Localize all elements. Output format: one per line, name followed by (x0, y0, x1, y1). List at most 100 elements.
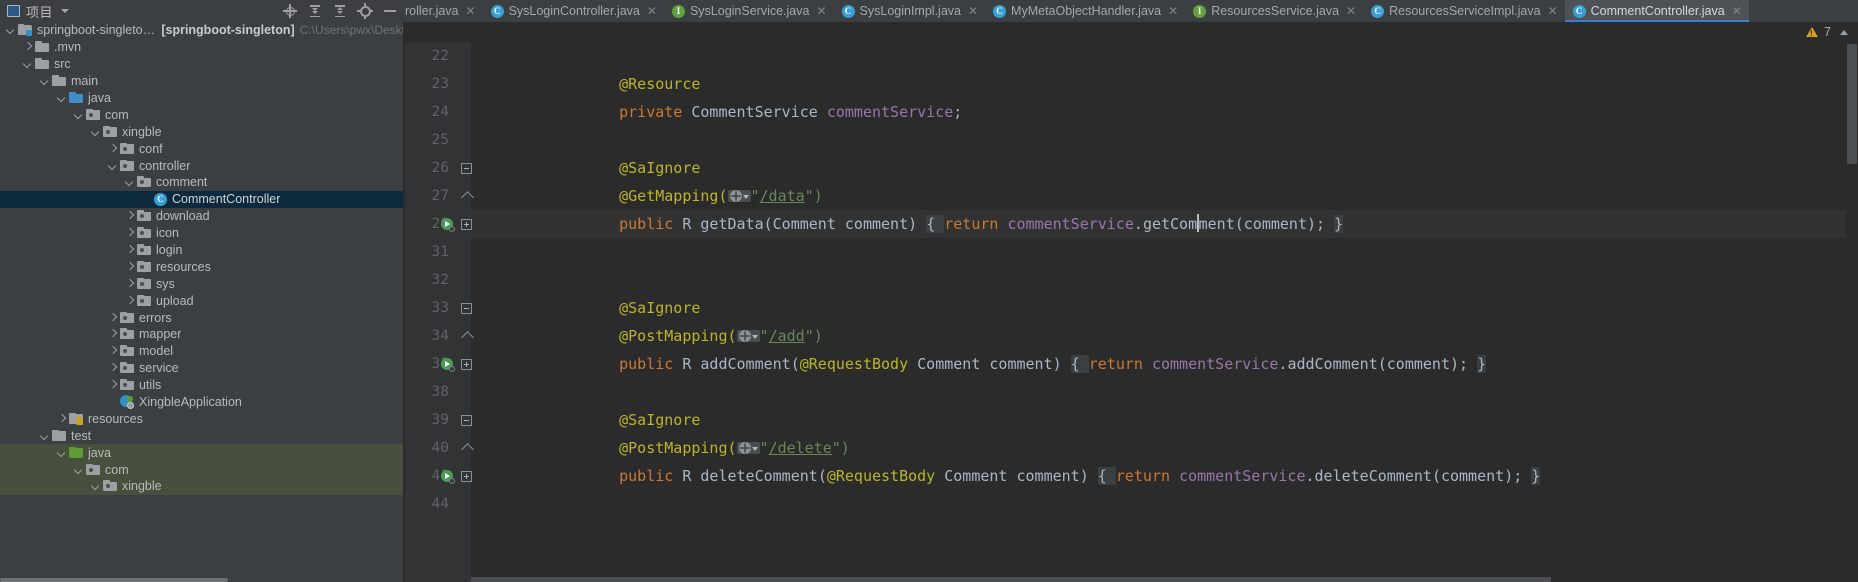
fold-expand-icon[interactable] (461, 358, 472, 370)
chevron-down-icon[interactable] (751, 446, 758, 451)
close-icon[interactable]: ✕ (1732, 4, 1742, 18)
code-line-23[interactable]: 23 @Resource (432, 70, 1858, 98)
locate-icon[interactable] (283, 4, 297, 18)
tree-node-main[interactable]: main (0, 73, 405, 90)
code-line-40[interactable]: 40 @PostMapping("/delete") (432, 434, 1858, 462)
code-line-41[interactable]: 41 public R deleteComment(@RequestBody C… (432, 462, 1858, 490)
editor-tab-resourcesservice-java[interactable]: I ResourcesService.java ✕ (1185, 0, 1364, 22)
editor-tab-syslogincontroller-java[interactable]: C SysLoginController.java ✕ (482, 0, 664, 22)
tree-node-commentcontroller[interactable]: C CommentController (0, 190, 405, 208)
close-icon[interactable]: ✕ (466, 4, 476, 18)
chevron-right-icon[interactable] (125, 296, 134, 305)
code-line-32[interactable]: 32 (432, 266, 1858, 294)
fold-region-marker[interactable] (461, 445, 472, 451)
chevron-down-icon[interactable] (74, 110, 83, 119)
tree-node-mapper[interactable]: mapper (0, 326, 405, 343)
code-line-34[interactable]: 34 @PostMapping("/add") (432, 322, 1858, 350)
chevron-down-icon[interactable] (742, 194, 749, 199)
tree-node-icon[interactable]: icon (0, 225, 405, 242)
code-line-28[interactable]: 28 public R getData(Comment comment) { r… (432, 210, 1858, 238)
tree-node-com[interactable]: com (0, 461, 405, 479)
editor-horizontal-scrollbar[interactable] (471, 577, 1845, 582)
chevron-right-icon[interactable] (108, 330, 117, 339)
code-editor[interactable]: 22 23 @Resource 24 private CommentService … (405, 42, 1858, 582)
code-line-25[interactable]: 25 (432, 126, 1858, 154)
tree-node-service[interactable]: service (0, 360, 405, 377)
chevron-down-icon[interactable] (61, 9, 70, 13)
code-content[interactable]: 22 23 @Resource 24 private CommentService … (432, 42, 1858, 582)
tree-node-resources[interactable]: resources (0, 410, 405, 427)
gear-icon[interactable] (357, 3, 373, 19)
close-icon[interactable]: ✕ (1548, 4, 1558, 18)
close-icon[interactable]: ✕ (647, 4, 657, 18)
chevron-down-icon[interactable] (125, 178, 134, 187)
chevron-down-icon[interactable] (751, 334, 758, 339)
code-line-22[interactable]: 22 (432, 42, 1858, 70)
tree-node-resources[interactable]: resources (0, 258, 405, 275)
chevron-right-icon[interactable] (108, 347, 117, 356)
fold-region-marker[interactable] (461, 193, 472, 199)
chevron-right-icon[interactable] (108, 144, 117, 153)
fold-collapse-icon[interactable] (461, 162, 472, 174)
chevron-right-icon[interactable] (125, 229, 134, 238)
fold-expand-icon[interactable] (461, 470, 472, 482)
web-endpoint-icon[interactable] (736, 441, 760, 454)
chevron-up-icon[interactable] (1840, 29, 1848, 35)
editor-tab-roller-java[interactable]: roller.java ✕ (405, 0, 483, 22)
tree-node-utils[interactable]: utils (0, 377, 405, 394)
chevron-right-icon[interactable] (108, 364, 117, 373)
chevron-down-icon[interactable] (74, 465, 83, 474)
hide-icon[interactable] (383, 4, 397, 18)
fold-collapse-icon[interactable] (461, 414, 472, 426)
tree-node-com[interactable]: com (0, 106, 405, 123)
chevron-down-icon[interactable] (57, 94, 66, 103)
tree-node-xingbleapplication[interactable]: XingbleApplication (0, 394, 405, 411)
chevron-down-icon[interactable] (23, 60, 32, 69)
run-gutter-icon[interactable] (441, 357, 455, 372)
chevron-down-icon[interactable] (57, 448, 66, 457)
editor-tab-mymetaobjecthandler-java[interactable]: C MyMetaObjectHandler.java ✕ (985, 0, 1186, 22)
chevron-right-icon[interactable] (125, 246, 134, 255)
chevron-down-icon[interactable] (91, 127, 100, 136)
tree-node-download[interactable]: download (0, 208, 405, 225)
scrollbar-thumb-horizontal[interactable] (471, 577, 1551, 582)
web-endpoint-icon[interactable] (736, 329, 760, 342)
web-endpoint-icon[interactable] (727, 189, 751, 202)
editor-tab-sysloginimpl-java[interactable]: C SysLoginImpl.java ✕ (833, 0, 986, 22)
close-icon[interactable]: ✕ (816, 4, 826, 18)
expand-all-icon[interactable] (308, 4, 322, 18)
tree-node-errors[interactable]: errors (0, 309, 405, 326)
code-line-27[interactable]: 27 @GetMapping("/data") (432, 182, 1858, 210)
chevron-right-icon[interactable] (108, 381, 117, 390)
chevron-down-icon[interactable] (40, 77, 49, 86)
editor-tab-sysloginservice-java[interactable]: I SysLoginService.java ✕ (663, 0, 834, 22)
chevron-down-icon[interactable] (108, 161, 117, 170)
collapse-all-icon[interactable] (333, 4, 347, 18)
tree-node-src[interactable]: src (0, 56, 405, 73)
run-gutter-icon[interactable] (441, 217, 455, 232)
editor-tab-resourcesserviceimpl-java[interactable]: C ResourcesServiceImpl.java ✕ (1363, 0, 1565, 22)
code-line-26[interactable]: 26 @SaIgnore (432, 154, 1858, 182)
code-line-31[interactable]: 31 (432, 238, 1858, 266)
tree-node--mvn[interactable]: .mvn (0, 39, 405, 56)
scrollbar-thumb[interactable] (1847, 44, 1857, 164)
close-icon[interactable]: ✕ (968, 4, 978, 18)
code-line-44[interactable]: 44 (432, 490, 1858, 518)
code-line-35[interactable]: 35 public R addComment(@RequestBody Comm… (432, 350, 1858, 378)
tree-node-login[interactable]: login (0, 242, 405, 259)
tree-node-sys[interactable]: sys (0, 275, 405, 292)
chevron-down-icon[interactable] (91, 482, 100, 491)
tree-node-test[interactable]: test (0, 427, 405, 444)
tree-node-upload[interactable]: upload (0, 292, 405, 309)
editor-tab-commentcontroller-java[interactable]: C CommentController.java ✕ (1564, 0, 1749, 22)
chevron-right-icon[interactable] (125, 279, 134, 288)
chevron-right-icon[interactable] (125, 212, 134, 221)
tree-node-springboot-singleton-master[interactable]: springboot-singleton-master [springboot-s… (0, 22, 405, 39)
chevron-down-icon[interactable] (6, 26, 15, 35)
tree-node-java[interactable]: java (0, 90, 405, 107)
close-icon[interactable]: ✕ (1346, 4, 1356, 18)
tree-node-conf[interactable]: conf (0, 140, 405, 157)
code-line-38[interactable]: 38 (432, 378, 1858, 406)
close-icon[interactable]: ✕ (1168, 4, 1178, 18)
tree-node-xingble[interactable]: xingble (0, 123, 405, 140)
